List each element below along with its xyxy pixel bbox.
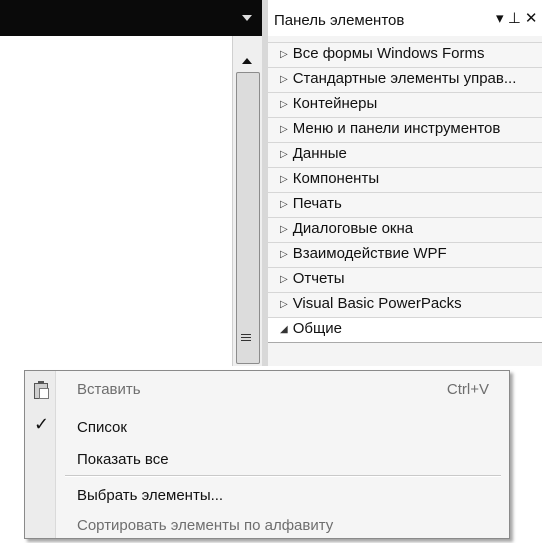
toolbox-tab[interactable]: ▷ Печать	[268, 192, 542, 218]
toolbox-tab-label: Отчеты	[292, 270, 345, 287]
toolbox-tab[interactable]: ▷ Контейнеры	[268, 92, 542, 118]
toolbox-tab-label: Общие	[292, 320, 343, 337]
toolbox-tab-label: Все формы Windows Forms	[292, 45, 485, 62]
menu-item-paste[interactable]: Вставить Ctrl+V	[25, 373, 509, 407]
menu-item-label: Вставить	[77, 381, 141, 398]
collapsed-arrow-icon: ▷	[280, 274, 288, 285]
collapsed-arrow-icon: ▷	[280, 124, 288, 135]
toolbox-title: Панель элементов	[274, 12, 405, 29]
menu-item-shortcut: Ctrl+V	[446, 381, 489, 398]
toolbox-tab-label: Контейнеры	[292, 95, 378, 112]
menu-item-list[interactable]: ✓ Список	[25, 411, 509, 445]
collapsed-arrow-icon: ▷	[280, 99, 288, 110]
menu-item-label: Список	[77, 419, 127, 436]
toolbox-tab-label: Данные	[292, 145, 347, 162]
toolbox-tab[interactable]: ▷ Меню и панели инструментов	[268, 117, 542, 143]
collapsed-arrow-icon: ▷	[280, 149, 288, 160]
toolbox-tab[interactable]: ▷ Стандартные элементы управ...	[268, 67, 542, 93]
scrollbar-grip-icon	[241, 334, 251, 344]
toolbox-tab-label: Стандартные элементы управ...	[292, 70, 517, 87]
editor-tab-strip	[0, 0, 262, 36]
context-menu: Вставить Ctrl+V ✓ Список Показать все Вы…	[24, 370, 510, 539]
collapsed-arrow-icon: ▷	[280, 199, 288, 210]
toolbox-tab-label: Компоненты	[292, 170, 380, 187]
scroll-up-arrow-icon[interactable]	[242, 58, 252, 64]
toolbox-tab[interactable]: ▷ Отчеты	[268, 267, 542, 293]
toolbox-tab[interactable]: ◢ Общие	[268, 317, 542, 343]
editor-area[interactable]	[0, 36, 233, 366]
collapsed-arrow-icon: ▷	[280, 74, 288, 85]
expanded-arrow-icon: ◢	[280, 324, 288, 335]
menu-item-label: Показать все	[77, 451, 169, 468]
collapsed-arrow-icon: ▷	[280, 49, 288, 60]
menu-separator	[65, 475, 501, 477]
toolbox-tab-label: Меню и панели инструментов	[292, 120, 501, 137]
toolbox-tab[interactable]: ▷ Диалоговые окна	[268, 217, 542, 243]
toolbox-tab-label: Печать	[292, 195, 342, 212]
menu-item-label: Выбрать элементы...	[77, 487, 224, 504]
vertical-scrollbar[interactable]	[232, 36, 263, 366]
dropdown-arrow-icon[interactable]	[242, 15, 252, 21]
toolbox-tab[interactable]: ▷ Компоненты	[268, 167, 542, 193]
toolbox-tab[interactable]: ▷ Взаимодействие WPF	[268, 242, 542, 268]
collapsed-arrow-icon: ▷	[280, 249, 288, 260]
check-icon: ✓	[34, 414, 50, 434]
toolbox-tab-list: ▷ Все формы Windows Forms ▷ Стандартные эле…	[268, 42, 542, 343]
collapsed-arrow-icon: ▷	[280, 299, 288, 310]
menu-item-show-all[interactable]: Показать все	[25, 443, 509, 477]
toolbox-tab[interactable]: ▷ Все формы Windows Forms	[268, 42, 542, 68]
toolbox-tab[interactable]: ▷ Данные	[268, 142, 542, 168]
toolbox-tab-label: Visual Basic PowerPacks	[292, 295, 462, 312]
menu-item-choose-items[interactable]: Выбрать элементы...	[25, 479, 509, 513]
scrollbar-thumb[interactable]	[236, 72, 260, 364]
toolbox-tab[interactable]: ▷ Visual Basic PowerPacks	[268, 292, 542, 318]
window-controls[interactable]: ▾ ⊥ ✕	[496, 9, 538, 27]
collapsed-arrow-icon: ▷	[280, 224, 288, 235]
toolbox-tab-label: Взаимодействие WPF	[292, 245, 447, 262]
toolbox-tab-label: Диалоговые окна	[292, 220, 414, 237]
collapsed-arrow-icon: ▷	[280, 174, 288, 185]
paste-icon	[34, 381, 49, 399]
toolbox-title-bar: Панель элементов ▾ ⊥ ✕	[268, 0, 542, 36]
menu-item-label: Сортировать элементы по алфавиту	[77, 517, 334, 534]
toolbox-panel: Панель элементов ▾ ⊥ ✕ ▷ Все формы Window…	[268, 0, 542, 366]
menu-item-sort-alphabetically[interactable]: Сортировать элементы по алфавиту	[25, 509, 509, 543]
